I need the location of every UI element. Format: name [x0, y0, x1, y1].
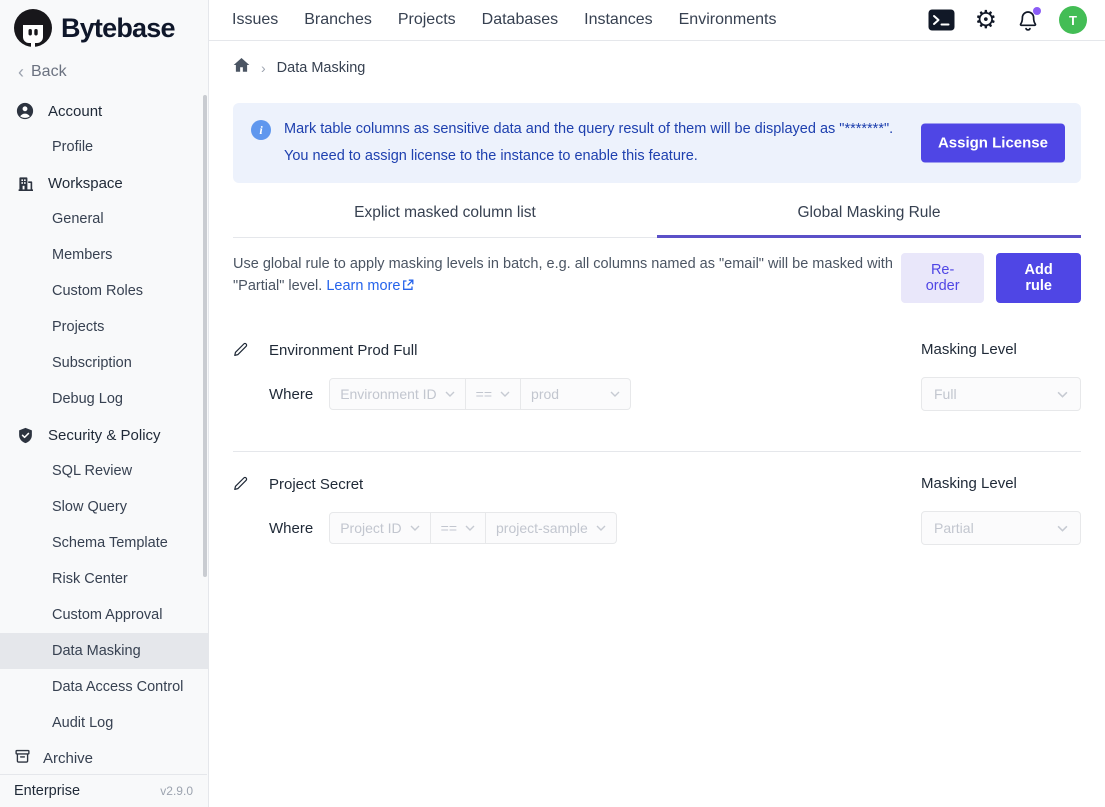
sidebar-item-subscription[interactable]: Subscription	[0, 345, 208, 381]
nav-environments[interactable]: Environments	[666, 11, 790, 29]
sidebar-item-risk-center[interactable]: Risk Center	[0, 561, 208, 597]
intro-text: Use global rule to apply masking levels …	[233, 253, 901, 298]
sidebar-section-workspace[interactable]: Workspace	[0, 165, 208, 201]
nav-branches[interactable]: Branches	[291, 11, 385, 29]
nav-issues[interactable]: Issues	[219, 11, 291, 29]
sidebar-item-slow-query[interactable]: Slow Query	[0, 489, 208, 525]
banner-line2: You need to assign license to the instan…	[284, 146, 944, 167]
shield-check-icon	[16, 426, 34, 444]
sidebar-section-security-policy[interactable]: Security & Policy	[0, 417, 208, 453]
sidebar-section-account[interactable]: Account	[0, 93, 208, 129]
chevron-down-icon	[500, 391, 510, 397]
notification-dot	[1033, 7, 1041, 15]
sidebar-section-label: Workspace	[48, 175, 123, 192]
sidebar-item-audit-log[interactable]: Audit Log	[0, 705, 208, 741]
chevron-down-icon	[465, 525, 475, 531]
notifications-bell-icon[interactable]	[1017, 9, 1039, 32]
rule-title: Environment Prod Full	[269, 342, 417, 359]
masking-tabs: Explict masked column list Global Maskin…	[233, 193, 1081, 238]
building-icon	[16, 174, 34, 192]
user-icon	[16, 102, 34, 120]
nav-instances[interactable]: Instances	[571, 11, 665, 29]
chevron-down-icon	[410, 525, 420, 531]
sidebar-item-archive[interactable]: Archive	[0, 742, 207, 774]
edit-pencil-icon[interactable]	[233, 342, 249, 358]
where-label: Where	[269, 386, 313, 403]
reorder-button[interactable]: Re-order	[901, 253, 984, 303]
archive-label: Archive	[43, 750, 93, 767]
masking-rule-card: Environment Prod Full Masking Level Wher…	[233, 341, 1081, 451]
where-label: Where	[269, 520, 313, 537]
condition-operator-select[interactable]: ==	[466, 378, 521, 410]
back-label: Back	[31, 63, 67, 81]
sidebar-item-profile[interactable]: Profile	[0, 129, 208, 165]
chevron-down-icon	[596, 525, 606, 531]
sidebar-item-custom-approval[interactable]: Custom Approval	[0, 597, 208, 633]
learn-more-link[interactable]: Learn more	[326, 278, 414, 294]
sidebar-section-label: Account	[48, 103, 102, 120]
condition-group: Project ID == project-sample	[329, 512, 617, 544]
sidebar-item-debug-log[interactable]: Debug Log	[0, 381, 208, 417]
tab-explict-masked-column-list[interactable]: Explict masked column list	[233, 193, 657, 238]
sidebar-nav: Account Profile Workspace General Member…	[0, 87, 208, 741]
brand-logo[interactable]: Bytebase	[0, 0, 208, 53]
sidebar-item-sql-review[interactable]: SQL Review	[0, 453, 208, 489]
condition-group: Environment ID == prod	[329, 378, 631, 410]
masking-level-select[interactable]: Full	[921, 377, 1081, 411]
sidebar: Bytebase ‹ Back Account Profile Workspac…	[0, 0, 209, 807]
condition-field-select[interactable]: Project ID	[329, 512, 430, 544]
sidebar-item-data-masking[interactable]: Data Masking	[0, 633, 208, 669]
sidebar-item-schema-template[interactable]: Schema Template	[0, 525, 208, 561]
back-button[interactable]: ‹ Back	[0, 53, 208, 87]
archive-box-icon	[14, 748, 31, 769]
chevron-right-icon: ›	[261, 60, 266, 76]
sidebar-section-label: Security & Policy	[48, 427, 161, 444]
chevron-down-icon	[1057, 525, 1068, 532]
masking-rule-card: Project Secret Masking Level Where Proje…	[233, 451, 1081, 585]
nav-databases[interactable]: Databases	[469, 11, 572, 29]
condition-field-select[interactable]: Environment ID	[329, 378, 465, 410]
masking-rules-list: Environment Prod Full Masking Level Wher…	[233, 341, 1081, 585]
info-icon: i	[251, 120, 271, 140]
top-navbar: Issues Branches Projects Databases Insta…	[209, 0, 1105, 41]
settings-gear-icon[interactable]: ⚙	[975, 8, 997, 33]
sidebar-scrollbar[interactable]	[203, 95, 207, 577]
sql-editor-terminal-icon[interactable]	[928, 9, 955, 31]
sidebar-item-members[interactable]: Members	[0, 237, 208, 273]
chevron-down-icon	[1057, 391, 1068, 398]
masking-level-select[interactable]: Partial	[921, 511, 1081, 545]
global-rule-intro: Use global rule to apply masking levels …	[233, 253, 1081, 303]
tab-global-masking-rule[interactable]: Global Masking Rule	[657, 193, 1081, 238]
sidebar-item-data-access-control[interactable]: Data Access Control	[0, 669, 208, 705]
brand-name: Bytebase	[61, 13, 175, 44]
condition-operator-select[interactable]: ==	[431, 512, 486, 544]
license-banner: i Mark table columns as sensitive data a…	[233, 103, 1081, 183]
banner-line1: Mark table columns as sensitive data and…	[284, 119, 893, 140]
rule-title: Project Secret	[269, 476, 363, 493]
home-icon[interactable]	[233, 57, 250, 78]
condition-value-select[interactable]: prod	[521, 378, 631, 410]
breadcrumb-page: Data Masking	[277, 60, 366, 76]
main-area: Issues Branches Projects Databases Insta…	[209, 0, 1105, 807]
bytebase-logo-icon	[14, 9, 52, 47]
chevron-down-icon	[610, 391, 620, 397]
external-link-icon	[402, 276, 414, 298]
condition-value-select[interactable]: project-sample	[486, 512, 617, 544]
masking-level-label: Masking Level	[921, 341, 1017, 358]
breadcrumb: › Data Masking	[209, 41, 1105, 78]
chevron-left-icon: ‹	[18, 63, 24, 81]
masking-level-label: Masking Level	[921, 475, 1017, 492]
nav-projects[interactable]: Projects	[385, 11, 469, 29]
version-label: v2.9.0	[160, 784, 193, 798]
sidebar-item-projects[interactable]: Projects	[0, 309, 208, 345]
add-rule-button[interactable]: Add rule	[996, 253, 1081, 303]
sidebar-item-custom-roles[interactable]: Custom Roles	[0, 273, 208, 309]
user-avatar[interactable]: T	[1059, 6, 1087, 34]
assign-license-button[interactable]: Assign License	[921, 124, 1065, 163]
sidebar-item-general[interactable]: General	[0, 201, 208, 237]
plan-label: Enterprise	[14, 783, 80, 799]
chevron-down-icon	[445, 391, 455, 397]
sidebar-footer: Enterprise v2.9.0	[0, 774, 207, 807]
edit-pencil-icon[interactable]	[233, 476, 249, 492]
